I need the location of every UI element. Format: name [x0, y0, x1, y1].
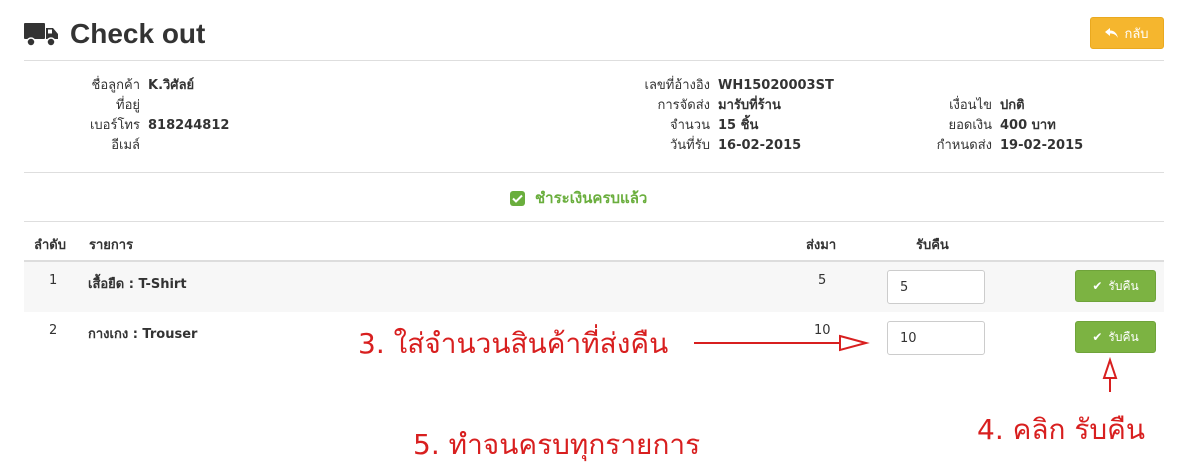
annotation-arrows — [694, 334, 1118, 392]
annotation-step5: 5. ทำจนครบทุกรายการ — [413, 428, 701, 461]
annotation-step4: 4. คลิก รับคืน — [977, 413, 1146, 446]
